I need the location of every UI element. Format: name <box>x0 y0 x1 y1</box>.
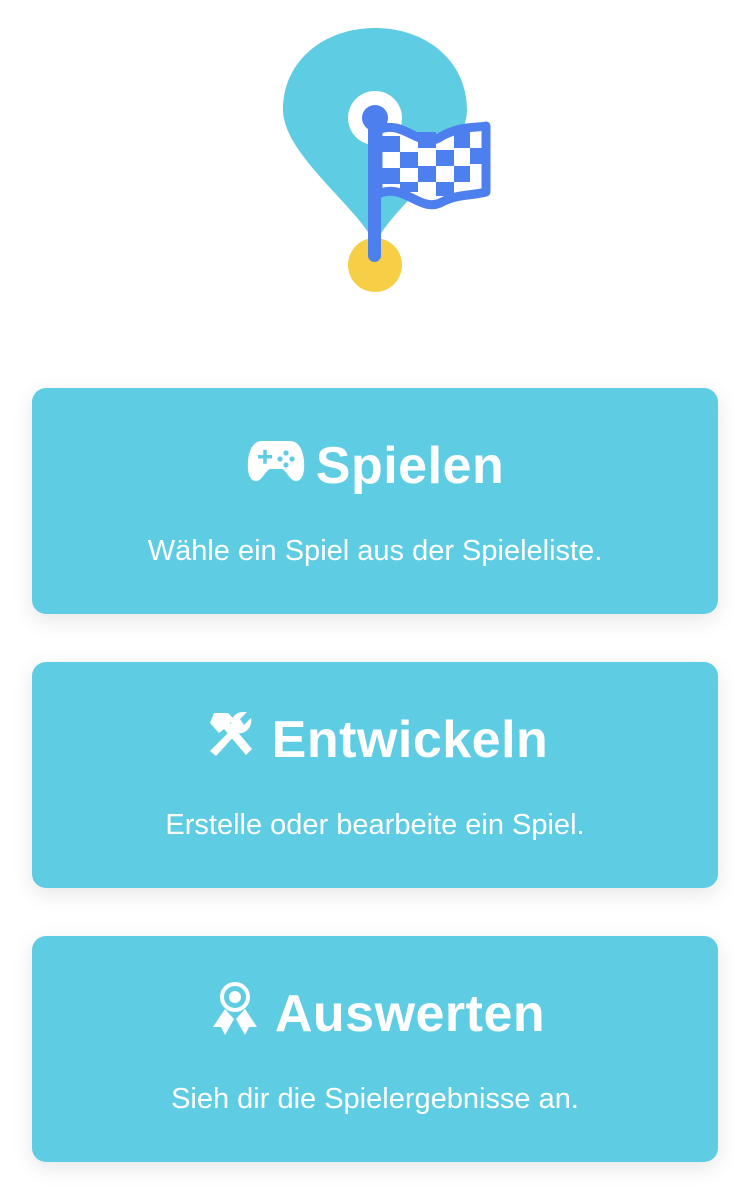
develop-card-description: Erstelle oder bearbeite ein Spiel. <box>165 809 585 841</box>
map-pin-racing-flag-icon <box>283 28 491 292</box>
play-card-title: Spielen <box>315 437 505 495</box>
award-ribbon-icon <box>205 981 265 1037</box>
evaluate-card[interactable]: Auswerten Sieh dir die Spielergebnisse a… <box>32 936 718 1162</box>
develop-card-header: Entwickeln <box>32 700 718 780</box>
evaluate-card-description: Sieh dir die Spielergebnisse an. <box>171 1083 579 1115</box>
develop-card[interactable]: Entwickeln Erstelle oder bearbeite ein S… <box>32 662 718 888</box>
tools-icon <box>202 707 262 763</box>
evaluate-card-title: Auswerten <box>274 985 546 1043</box>
app-logo <box>270 20 510 300</box>
develop-card-title: Entwickeln <box>271 711 549 769</box>
play-card-header: Spielen <box>32 426 718 506</box>
play-card[interactable]: Spielen Wähle ein Spiel aus der Spieleli… <box>32 388 718 614</box>
play-card-description: Wähle ein Spiel aus der Spieleliste. <box>147 535 603 567</box>
gamepad-icon <box>246 433 306 489</box>
evaluate-card-header: Auswerten <box>32 974 718 1054</box>
